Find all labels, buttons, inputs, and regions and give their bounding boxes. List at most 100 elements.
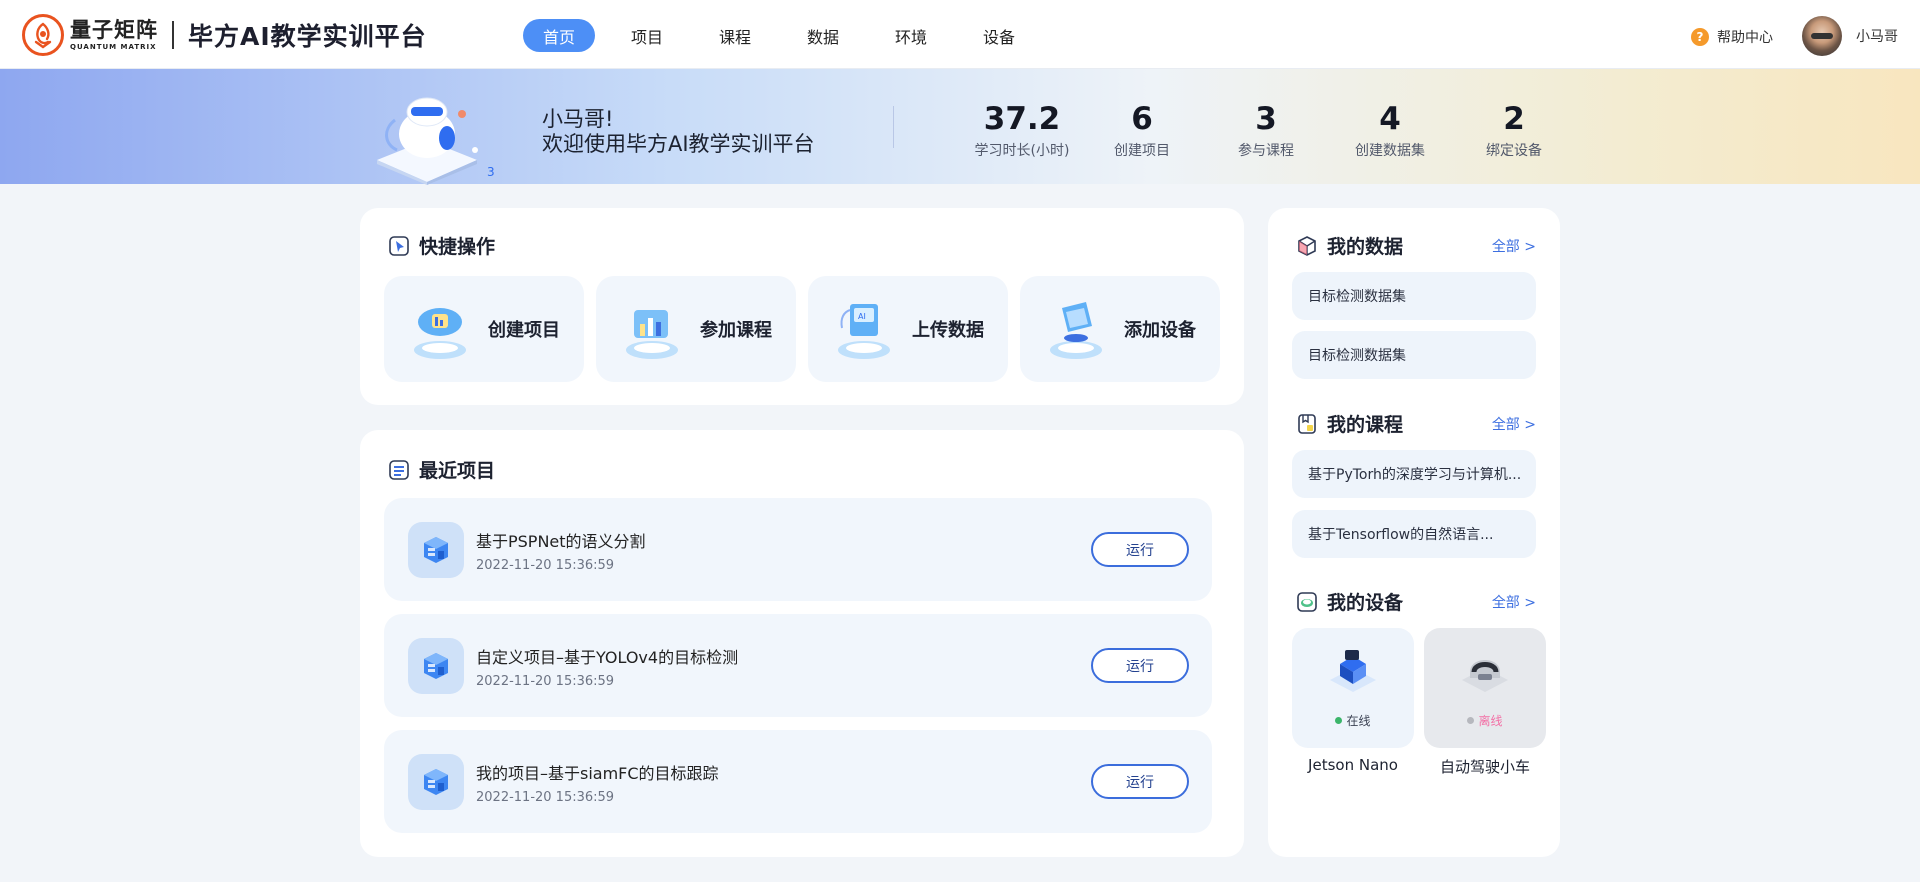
nav-item-projects[interactable]: 项目 [611, 19, 683, 52]
top-bar: 量子矩阵 QUANTUM MATRIX 毕方AI教学实训平台 首页 项目 课程 … [0, 0, 1920, 69]
device-status: 在线 [1292, 712, 1414, 729]
username: 小马哥 [1856, 29, 1898, 45]
platform-title: 毕方AI教学实训平台 [188, 22, 427, 51]
avatar [1802, 16, 1842, 56]
quick-upload-data-button[interactable]: AI 上传数据 [808, 276, 1008, 382]
stat-datasets: 4 创建数据集 [1328, 102, 1452, 160]
device-card-jetson-nano[interactable]: 在线 [1292, 628, 1414, 748]
list-icon [389, 459, 409, 480]
list-item[interactable]: 基于PSPNet的语义分割 2022-11-20 15:36:59 运行 [384, 498, 1212, 601]
user-menu[interactable]: 小马哥 [1802, 16, 1898, 56]
jetson-nano-board-icon [1330, 650, 1376, 692]
sidebar-card: 我的数据 全部 > 目标检测数据集 目标检测数据集 我的课程 全部 > 基于Py… [1268, 208, 1560, 857]
stat-value: 4 [1379, 101, 1401, 137]
nav-item-devices[interactable]: 设备 [963, 19, 1035, 52]
cursor-icon [389, 235, 409, 256]
my-courses-header: 我的课程 全部 > [1296, 410, 1536, 437]
run-button[interactable]: 运行 [1091, 648, 1189, 683]
online-status-dot [1335, 717, 1343, 724]
stat-value: 6 [1131, 101, 1153, 137]
stat-projects: 6 创建项目 [1080, 102, 1204, 160]
project-name: 自定义项目–基于YOLOv4的目标检测 [476, 648, 739, 667]
quick-actions-card: 快捷操作 创建项目 参加课程 AI 上传数据 添加设备 [360, 208, 1244, 405]
nav-item-data[interactable]: 数据 [787, 19, 859, 52]
welcome-banner: 3 小马哥! 欢迎使用毕方AI教学实训平台 37.2 学习时长(小时) 6 创建… [0, 69, 1920, 185]
project-time: 2022-11-20 15:36:59 [476, 790, 615, 805]
course-item[interactable]: 基于PyTorh的深度学习与计算机... [1292, 450, 1536, 498]
list-item[interactable]: 自定义项目–基于YOLOv4的目标检测 2022-11-20 15:36:59 … [384, 614, 1212, 717]
run-button[interactable]: 运行 [1091, 764, 1189, 799]
quick-item-label: 参加课程 [700, 320, 772, 341]
project-cube-icon [408, 638, 464, 694]
company-name: 量子矩阵 [70, 17, 158, 42]
stat-label: 创建项目 [1114, 143, 1170, 159]
create-project-icon [414, 308, 466, 359]
my-courses-more-link[interactable]: 全部 > [1492, 414, 1536, 434]
stat-courses: 3 参与课程 [1204, 102, 1328, 160]
project-time: 2022-11-20 15:36:59 [476, 674, 615, 689]
device-status-text: 在线 [1346, 714, 1371, 728]
self-driving-car-icon [1462, 660, 1508, 692]
quantum-matrix-logo-icon [22, 14, 64, 56]
greeting: 小马哥! [542, 107, 614, 131]
project-cube-icon [408, 522, 464, 578]
project-name: 我的项目–基于siamFC的目标跟踪 [476, 764, 719, 783]
upload-data-icon: AI [838, 304, 890, 359]
dataset-item[interactable]: 目标检测数据集 [1292, 272, 1536, 320]
dataset-item[interactable]: 目标检测数据集 [1292, 331, 1536, 379]
quick-item-label: 添加设备 [1124, 320, 1196, 341]
run-button[interactable]: 运行 [1091, 532, 1189, 567]
my-devices-header: 我的设备 全部 > [1296, 588, 1536, 615]
stat-value: 3 [1255, 101, 1277, 137]
cube-icon [1298, 235, 1316, 256]
device-card-self-driving-car[interactable]: 离线 [1424, 628, 1546, 748]
quick-join-course-button[interactable]: 参加课程 [596, 276, 796, 382]
my-data-header: 我的数据 全部 > [1296, 232, 1536, 259]
quick-item-label: 创建项目 [488, 320, 560, 341]
stat-devices: 2 绑定设备 [1452, 102, 1576, 160]
quick-actions-title: 快捷操作 [388, 232, 495, 259]
svg-text:3: 3 [487, 165, 495, 179]
logo[interactable]: 量子矩阵 QUANTUM MATRIX 毕方AI教学实训平台 [22, 14, 427, 56]
device-status-text: 离线 [1478, 714, 1503, 728]
svg-text:AI: AI [858, 312, 866, 321]
main-nav: 首页 项目 课程 数据 环境 设备 [523, 19, 1051, 52]
my-data-more-link[interactable]: 全部 > [1492, 236, 1536, 256]
stat-label: 绑定设备 [1486, 143, 1542, 159]
my-devices-more-link[interactable]: 全部 > [1492, 592, 1536, 612]
nav-item-environment[interactable]: 环境 [875, 19, 947, 52]
device-status: 离线 [1424, 712, 1546, 729]
stat-study-hours: 37.2 学习时长(小时) [964, 102, 1080, 160]
stats: 37.2 学习时长(小时) 6 创建项目 3 参与课程 4 创建数据集 2 绑定… [964, 102, 1576, 160]
quick-item-label: 上传数据 [912, 320, 984, 341]
add-device-icon [1050, 302, 1102, 359]
offline-status-dot [1467, 717, 1475, 724]
my-data-title: 我的数据 [1327, 236, 1404, 258]
help-icon: ? [1691, 28, 1709, 46]
nav-item-courses[interactable]: 课程 [699, 19, 771, 52]
recent-projects-title: 最近项目 [388, 456, 495, 483]
nav-item-home[interactable]: 首页 [523, 19, 595, 52]
welcome-text: 小马哥! 欢迎使用毕方AI教学实训平台 [542, 107, 815, 157]
stat-value: 2 [1503, 101, 1525, 137]
stat-value: 37.2 [983, 101, 1061, 137]
quick-create-project-button[interactable]: 创建项目 [384, 276, 584, 382]
recent-projects-card: 最近项目 基于PSPNet的语义分割 2022-11-20 15:36:59 运… [360, 430, 1244, 857]
join-course-icon [626, 310, 678, 359]
my-courses-title: 我的课程 [1327, 414, 1404, 436]
stat-label: 创建数据集 [1355, 143, 1425, 159]
welcome-message: 欢迎使用毕方AI教学实训平台 [542, 132, 815, 156]
course-item[interactable]: 基于Tensorflow的自然语言... [1292, 510, 1536, 558]
book-icon [1298, 413, 1316, 434]
stat-label: 学习时长(小时) [974, 143, 1070, 159]
banner-divider [893, 106, 894, 148]
project-name: 基于PSPNet的语义分割 [476, 532, 646, 551]
my-devices-title: 我的设备 [1327, 592, 1404, 614]
help-center-link[interactable]: ? 帮助中心 [1691, 27, 1773, 47]
project-time: 2022-11-20 15:36:59 [476, 558, 615, 573]
device-name: Jetson Nano [1308, 756, 1398, 774]
project-cube-icon [408, 754, 464, 810]
quick-add-device-button[interactable]: 添加设备 [1020, 276, 1220, 382]
help-center-label: 帮助中心 [1717, 30, 1773, 46]
list-item[interactable]: 我的项目–基于siamFC的目标跟踪 2022-11-20 15:36:59 运… [384, 730, 1212, 833]
